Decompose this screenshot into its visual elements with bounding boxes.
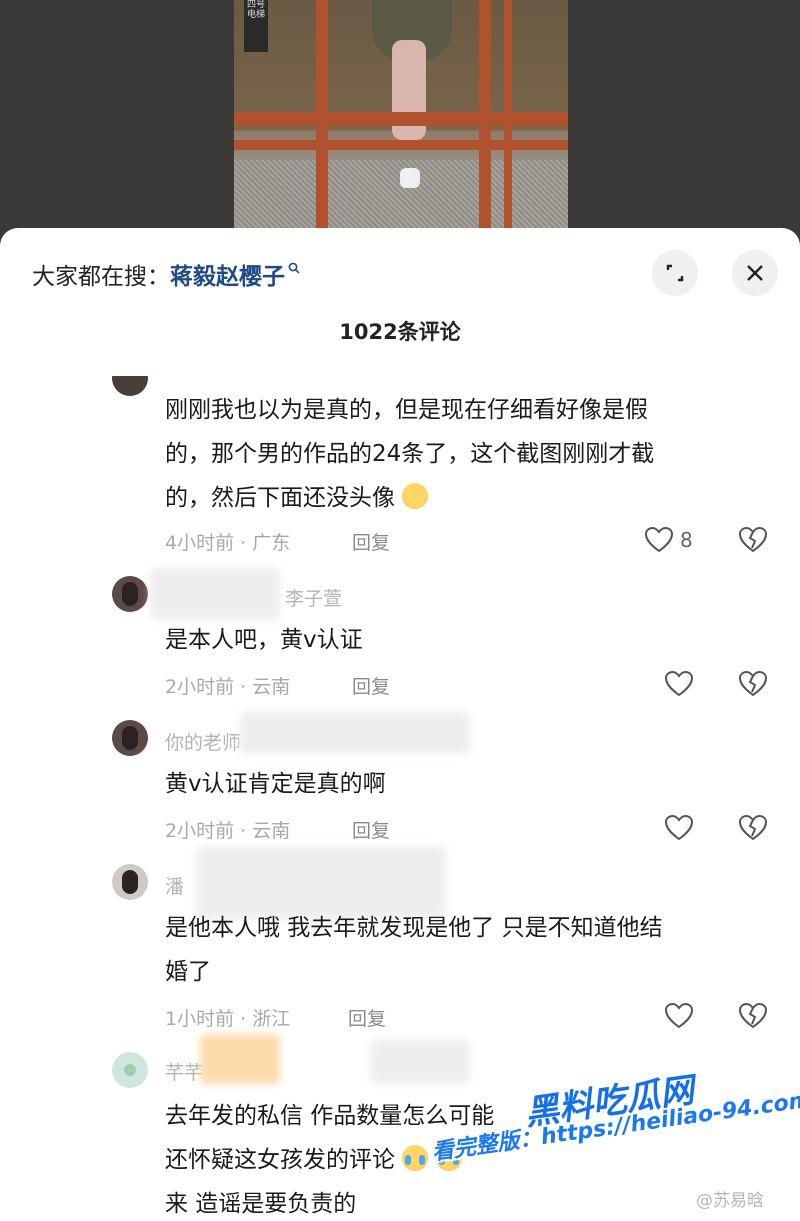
dislike-button[interactable] xyxy=(738,526,768,558)
video-person-shoe xyxy=(400,168,420,188)
broken-heart-icon xyxy=(738,526,768,553)
elevator-sign: 四号电梯 xyxy=(244,0,268,52)
dislike-button[interactable] xyxy=(738,1002,768,1034)
crying-emoji-icon xyxy=(402,1145,429,1171)
comment-meta: 4小时前 · 广东 xyxy=(165,532,291,554)
comment-text-line: 的，那个男的作品的24条了，这个截图刚刚才截 xyxy=(165,441,655,467)
sheet-mask xyxy=(0,352,800,376)
reply-button[interactable]: 回复 xyxy=(352,816,390,843)
frame-beam xyxy=(234,140,568,150)
reply-button[interactable]: 回复 xyxy=(348,1004,386,1031)
username-text: 李子萱 xyxy=(285,588,343,610)
comment-text: 的，然后下面还没头像 xyxy=(165,485,395,511)
comment-username: 芊芊 xyxy=(165,1062,204,1084)
video-frame[interactable]: 四号电梯 xyxy=(234,0,568,235)
avatar[interactable] xyxy=(112,864,148,900)
avatar[interactable] xyxy=(112,720,148,756)
heart-icon xyxy=(644,526,674,553)
heart-icon xyxy=(664,670,694,697)
like-button[interactable]: 8 xyxy=(644,526,693,554)
comment-username: 潘 xyxy=(165,876,185,898)
like-button[interactable] xyxy=(664,670,694,698)
awkward-emoji-icon xyxy=(402,483,429,509)
comment-text-line: 婚了 xyxy=(165,959,211,985)
comment-text-line: 是他本人哦 我去年就发现是他了 只是不知道他结 xyxy=(165,915,663,941)
search-term[interactable]: 蒋毅赵樱子 xyxy=(170,257,285,291)
comment-text: 还怀疑这女孩发的评论 xyxy=(165,1147,395,1173)
close-button[interactable] xyxy=(732,250,778,296)
broken-heart-icon xyxy=(738,814,768,841)
frame-beam xyxy=(234,112,568,126)
comment-text-line: 刚刚我也以为是真的，但是现在仔细看好像是假 xyxy=(165,397,648,423)
reply-button[interactable]: 回复 xyxy=(352,528,390,555)
comment-text-line: 是本人吧，黄v认证 xyxy=(165,627,363,653)
comment-meta: 1小时前 · 浙江 xyxy=(165,1008,291,1030)
search-prefix: 大家都在搜： xyxy=(32,264,170,290)
comment-text-line: 来 造谣是要负责的 xyxy=(165,1191,357,1217)
like-button[interactable] xyxy=(664,1002,694,1030)
broken-heart-icon xyxy=(738,670,768,697)
avatar[interactable] xyxy=(112,1052,148,1088)
expand-button[interactable] xyxy=(652,250,698,296)
privacy-blur xyxy=(370,1040,470,1084)
frame-beam xyxy=(479,0,491,235)
search-suggestion[interactable]: 大家都在搜： 蒋毅赵樱子 xyxy=(32,256,300,292)
privacy-blur xyxy=(200,1034,280,1084)
like-button[interactable] xyxy=(664,814,694,842)
privacy-blur xyxy=(150,568,280,620)
broken-heart-icon xyxy=(738,1002,768,1029)
comments-count-title: 1022条评论 xyxy=(339,320,461,344)
dislike-button[interactable] xyxy=(738,670,768,702)
comment-meta: 2小时前 · 云南 xyxy=(165,676,291,698)
dislike-button[interactable] xyxy=(738,814,768,846)
search-icon xyxy=(288,262,300,274)
heart-icon xyxy=(664,1002,694,1029)
like-count: 8 xyxy=(680,528,693,552)
reply-button[interactable]: 回复 xyxy=(352,672,390,699)
close-icon xyxy=(747,265,763,281)
comment-meta: 2小时前 · 云南 xyxy=(165,820,291,842)
frame-beam xyxy=(504,0,512,235)
comment-text-line: 黄v认证肯定是真的啊 xyxy=(165,771,386,797)
comment-text-line: 还怀疑这女孩发的评论 xyxy=(165,1138,462,1182)
frame-beam xyxy=(316,0,328,235)
watermark-weibo: @苏易晗 xyxy=(696,1191,764,1211)
privacy-blur xyxy=(240,712,470,754)
comment-text-line: 去年发的私信 作品数量怎么可能 xyxy=(165,1103,495,1129)
avatar[interactable] xyxy=(112,576,148,612)
comment-username: 你的老师 xyxy=(165,732,242,754)
expand-icon xyxy=(666,264,684,282)
heart-icon xyxy=(664,814,694,841)
comments-sheet: 大家都在搜： 蒋毅赵樱子 1022条评论 刚刚我也以为是真的，但是现在仔细看好像… xyxy=(0,228,800,1221)
comment-text-line: 的，然后下面还没头像 xyxy=(165,476,429,520)
